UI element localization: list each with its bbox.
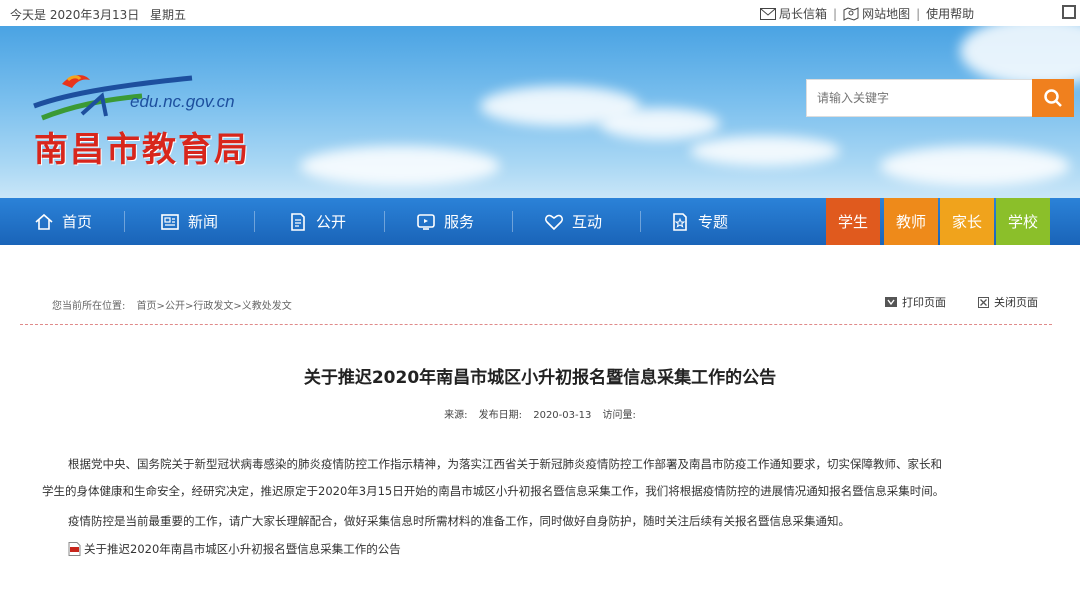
nav-item-home[interactable]: 首页 [34, 198, 92, 245]
top-links: 局长信箱 | 网站地图 | 使用帮助 [760, 5, 974, 22]
site-url: edu.nc.gov.cn [130, 92, 235, 111]
cloud-decoration [300, 146, 500, 186]
print-icon [885, 297, 897, 307]
cloud-decoration [600, 108, 720, 140]
service-icon [417, 213, 435, 230]
mailbox-label: 局长信箱 [779, 7, 828, 21]
date-label: 发布日期: [478, 410, 523, 421]
nav-item-news[interactable]: 新闻 [160, 198, 218, 245]
nav-label: 专题 [698, 213, 729, 231]
paragraph-line: 学生的身体健康和生命安全，经研究决定，推迟原定于2020年3月15日开始的南昌市… [42, 484, 945, 498]
separator: | [833, 6, 838, 21]
nav-label: 服务 [444, 213, 475, 231]
nav-item-interact[interactable]: 互动 [544, 198, 602, 245]
help-label: 使用帮助 [926, 7, 975, 21]
search-icon [1044, 89, 1062, 107]
current-weekday: 星期五 [150, 8, 187, 22]
article-paragraph-2: 疫情防控是当前最重要的工作，请广大家长理解配合，做好采集信息时所需材料的准备工作… [68, 514, 850, 528]
home-icon [35, 213, 53, 230]
nav-divider [512, 211, 513, 232]
role-tab-parent[interactable]: 家长 [940, 198, 994, 245]
breadcrumb: 您当前所在位置: 首页>公开>行政发文>义教处发文 [52, 297, 292, 312]
article-title: 关于推迟2020年南昌市城区小升初报名暨信息采集工作的公告 [303, 368, 777, 388]
star-doc-icon [673, 212, 687, 231]
nav-item-topics[interactable]: 专题 [670, 198, 728, 245]
nav-label: 公开 [316, 213, 347, 231]
page-tools: 打印页面 关闭页面 [885, 294, 1038, 310]
role-tab-student[interactable]: 学生 [826, 198, 880, 245]
close-icon [978, 296, 989, 308]
article-paragraph-1: 根据党中央、国务院关于新型冠状病毒感染的肺炎疫情防控工作指示精神，为落实江西省关… [42, 451, 1042, 505]
search-button[interactable] [1032, 79, 1074, 117]
paragraph-line: 根据党中央、国务院关于新型冠状病毒感染的肺炎疫情防控工作指示精神，为落实江西省关… [68, 457, 942, 471]
main-nav: 首页 新闻 公开 服务 互动 专题 学生 教师 家长 学校 [0, 198, 1080, 245]
article-meta: 来源: 发布日期: 2020-03-13 访问量: [0, 406, 1080, 421]
sitemap-label: 网站地图 [862, 7, 911, 21]
nav-divider [640, 211, 641, 232]
mailbox-link[interactable]: 局长信箱 [760, 5, 827, 22]
visits-label: 访问量: [602, 410, 636, 421]
publish-date: 2020-03-13 [533, 410, 592, 421]
role-label: 学生 [837, 213, 868, 231]
nav-label: 首页 [62, 213, 93, 231]
nav-divider [384, 211, 385, 232]
cloud-decoration [880, 146, 1070, 186]
nav-divider [124, 211, 125, 232]
mail-icon [760, 7, 776, 20]
divider-line [20, 324, 1052, 325]
map-icon [843, 6, 859, 21]
news-icon [161, 213, 179, 230]
role-label: 家长 [951, 213, 982, 231]
top-bar: 今天是 2020年3月13日 星期五 局长信箱 | 网站地图 | 使用帮助 [0, 0, 1080, 26]
nav-label: 互动 [572, 213, 603, 231]
sitemap-link[interactable]: 网站地图 [843, 5, 910, 22]
role-label: 学校 [1007, 213, 1038, 231]
attachment-label: 关于推迟2020年南昌市城区小升初报名暨信息采集工作的公告 [84, 542, 401, 556]
current-date: 今天是 2020年3月13日 [10, 8, 140, 22]
role-label: 教师 [895, 213, 926, 231]
nav-label: 新闻 [188, 213, 219, 231]
close-label: 关闭页面 [994, 296, 1038, 309]
nav-divider [254, 211, 255, 232]
header-banner: edu.nc.gov.cn 南昌市教育局 [0, 26, 1080, 198]
help-link[interactable]: 使用帮助 [926, 5, 974, 22]
search-input[interactable] [806, 79, 1032, 117]
source-label: 来源: [444, 410, 468, 421]
close-page-button[interactable]: 关闭页面 [978, 294, 1038, 310]
nav-item-public[interactable]: 公开 [288, 198, 346, 245]
cloud-decoration [960, 26, 1080, 86]
document-icon [291, 212, 305, 231]
separator: | [916, 6, 921, 21]
cloud-decoration [690, 136, 840, 166]
search-box [806, 79, 1074, 117]
qr-code-icon[interactable] [1062, 5, 1076, 19]
pdf-file-icon [68, 542, 81, 556]
role-tab-teacher[interactable]: 教师 [884, 198, 938, 245]
heart-icon [544, 214, 564, 230]
role-tab-school[interactable]: 学校 [996, 198, 1050, 245]
breadcrumb-label: 您当前所在位置: [52, 301, 126, 312]
article-area: 您当前所在位置: 首页>公开>行政发文>义教处发文 打印页面 关闭页面 关于推迟… [0, 245, 1080, 590]
breadcrumb-path[interactable]: 首页>公开>行政发文>义教处发文 [137, 301, 292, 312]
print-label: 打印页面 [902, 296, 946, 309]
print-button[interactable]: 打印页面 [885, 294, 946, 310]
nav-item-service[interactable]: 服务 [416, 198, 474, 245]
site-title: 南昌市教育局 [34, 130, 250, 170]
attachment-link[interactable]: 关于推迟2020年南昌市城区小升初报名暨信息采集工作的公告 [68, 541, 401, 557]
